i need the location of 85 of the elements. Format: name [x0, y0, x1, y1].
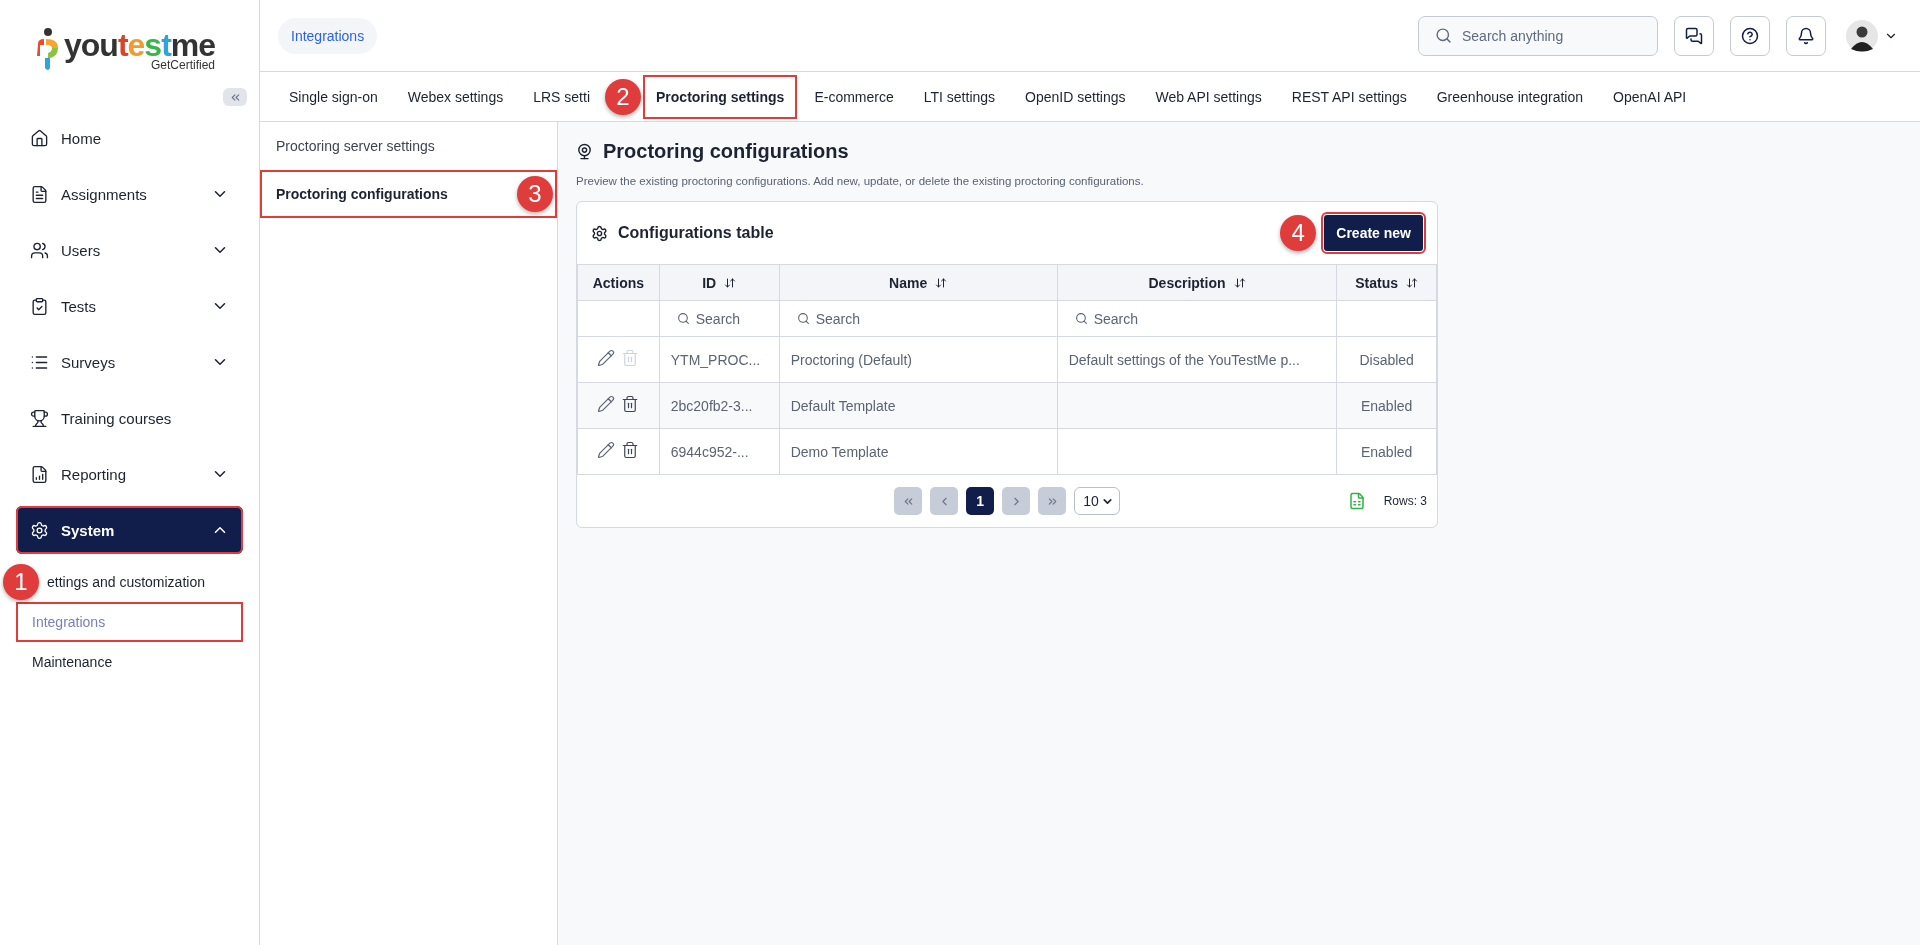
table-cell: Enabled: [1336, 428, 1437, 475]
tab[interactable]: Greenhouse integration: [1423, 74, 1597, 119]
table-cell: Default settings of the YouTestMe p...: [1057, 336, 1337, 383]
edit-icon[interactable]: [597, 395, 616, 413]
help-icon: [1741, 26, 1759, 45]
avatar[interactable]: [1846, 19, 1878, 52]
table-cell: 2bc20fb2-3...: [659, 382, 780, 429]
page-size-select[interactable]: 10: [1074, 487, 1120, 515]
webcam-icon: [576, 143, 593, 160]
tab[interactable]: REST API settings: [1278, 74, 1420, 119]
search-icon: [1435, 27, 1452, 44]
sidebar-item[interactable]: System: [16, 506, 243, 554]
step-badge: 1: [3, 564, 39, 600]
notifications-button[interactable]: [1786, 15, 1826, 56]
step-badge: 4: [1280, 215, 1317, 251]
tab[interactable]: E-commerce: [801, 74, 907, 119]
card-title: Configurations table: [618, 224, 774, 242]
table-cell: Enabled: [1336, 382, 1437, 429]
table-cell: Default Template: [779, 382, 1058, 429]
subnav-item[interactable]: Proctoring server settings: [260, 122, 557, 170]
sidebar-item[interactable]: Users: [16, 226, 243, 274]
users-icon: [30, 240, 49, 260]
home-icon: [30, 128, 49, 148]
sidebar-subitem[interactable]: Integrations: [16, 602, 243, 642]
edit-icon[interactable]: [597, 441, 616, 459]
sort-icon: [1233, 276, 1246, 289]
sidebar-subitem[interactable]: Maintenance: [16, 642, 243, 682]
sidebar-item[interactable]: Home: [16, 114, 243, 162]
logo-tagline: GetCertified: [151, 59, 216, 71]
logo-wordmark: youtestme: [64, 29, 216, 61]
sidebar-item[interactable]: Assignments: [16, 170, 243, 218]
table-cell: 6944c952-...: [659, 428, 780, 475]
settings-icon: [591, 224, 608, 242]
chat-button[interactable]: [1674, 15, 1714, 56]
sidebar-item[interactable]: Training courses: [16, 394, 243, 442]
tab[interactable]: Web API settings: [1142, 74, 1275, 119]
tab[interactable]: OpenAI API: [1600, 74, 1700, 119]
sidebar-item[interactable]: Reporting: [16, 450, 243, 498]
column-header: Actions: [577, 264, 660, 301]
help-button[interactable]: [1730, 15, 1770, 56]
tab[interactable]: LRS setti: [520, 74, 603, 119]
column-header[interactable]: ID: [659, 264, 780, 301]
edit-icon[interactable]: [597, 349, 616, 367]
document-icon: [30, 184, 49, 204]
search-icon: [1074, 312, 1088, 325]
sort-icon: [935, 276, 948, 289]
column-header[interactable]: Name: [779, 264, 1058, 301]
sidebar-subitem[interactable]: ettings and customization: [47, 562, 243, 602]
collapse-sidebar-button[interactable]: [223, 88, 247, 106]
create-new-button[interactable]: Create new: [1324, 215, 1423, 251]
search-icon: [796, 312, 810, 325]
step-badge: 2: [605, 78, 641, 115]
page-title: Proctoring configurations: [603, 140, 849, 163]
page-description: Preview the existing proctoring configurations. Add new, update, or delete the existing proctoring configurations.: [576, 175, 1145, 187]
settings-icon: [30, 520, 49, 540]
step-badge: 3: [517, 176, 553, 212]
chat-icon: [1685, 26, 1703, 45]
sidebar-item[interactable]: Surveys: [16, 338, 243, 386]
bell-icon: [1797, 26, 1815, 45]
report-icon: [30, 464, 49, 484]
trophy-icon: [30, 408, 49, 428]
search-field[interactable]: Search anything: [1418, 15, 1658, 56]
page-button[interactable]: 1: [966, 487, 995, 515]
delete-icon[interactable]: [621, 441, 640, 459]
search-icon: [676, 312, 690, 325]
table-cell: YTM_PROC...: [659, 336, 780, 383]
breadcrumb[interactable]: Integrations: [278, 17, 378, 54]
table-cell: Demo Template: [779, 428, 1058, 475]
checklist-icon: [30, 296, 49, 316]
row-count: Rows: 3: [1383, 494, 1427, 508]
tab[interactable]: Webex settings: [394, 74, 517, 119]
tab[interactable]: OpenID settings: [1012, 74, 1139, 119]
sidebar-item[interactable]: Tests: [16, 282, 243, 330]
tab[interactable]: LTI settings: [910, 74, 1009, 119]
table-cell: Disabled: [1336, 336, 1437, 383]
column-header[interactable]: Description: [1057, 264, 1337, 301]
logo-icon: [36, 28, 60, 72]
column-header[interactable]: Status: [1336, 264, 1437, 301]
table-cell: Proctoring (Default): [779, 336, 1058, 383]
tab[interactable]: Proctoring settings: [643, 74, 798, 119]
tab[interactable]: Single sign-on: [276, 74, 391, 119]
sort-icon: [724, 276, 737, 289]
sort-icon: [1406, 276, 1419, 289]
delete-icon[interactable]: [621, 395, 640, 413]
spreadsheet-icon[interactable]: [1347, 492, 1366, 510]
